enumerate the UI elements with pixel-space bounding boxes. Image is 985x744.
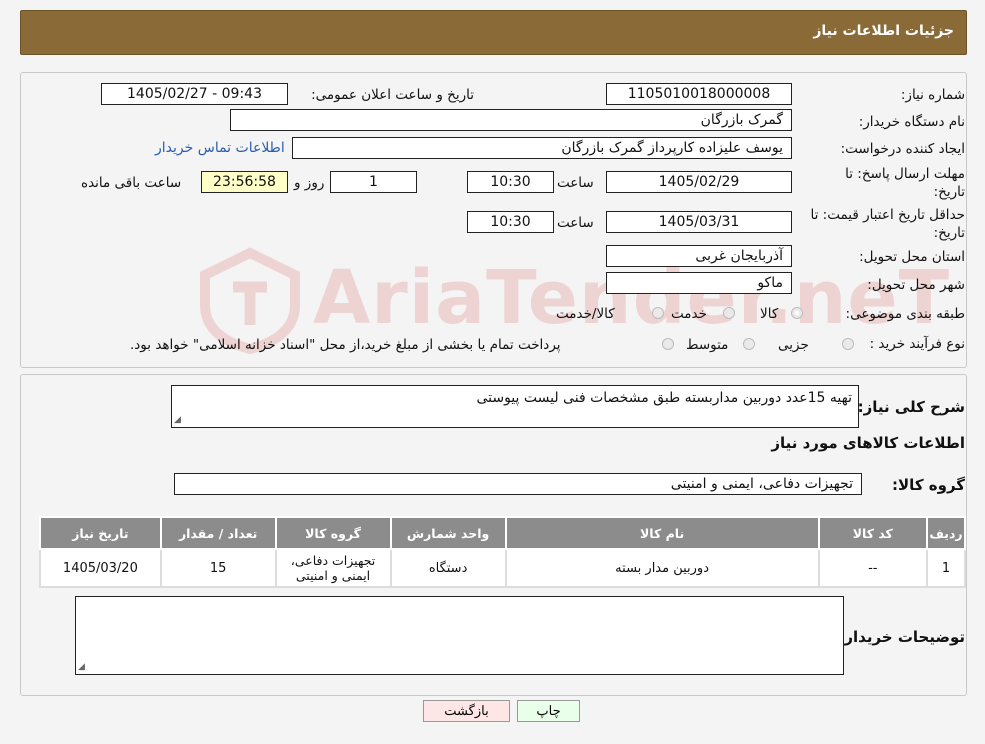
announce-datetime-label: تاریخ و ساعت اعلان عمومی: [311, 87, 474, 103]
price-validity-time-label: ساعت [557, 215, 594, 231]
deadline-label-line2: تاریخ: [933, 184, 965, 200]
category-option-service: خدمت [671, 306, 707, 322]
days-label: روز و [294, 175, 325, 191]
process-radio-minor[interactable] [842, 338, 854, 350]
treasury-payment-note: پرداخت تمام یا بخشی از مبلغ خرید،از محل … [130, 337, 561, 353]
deadline-time-label: ساعت [557, 175, 594, 191]
category-radio-goods[interactable] [791, 307, 803, 319]
cell-goods-code: -- [817, 548, 929, 588]
cell-goods-group: تجهیزات دفاعی، ایمنی و امنیتی [274, 548, 392, 588]
subject-category-label: طبقه بندی موضوعی: [845, 306, 965, 322]
col-quantity: تعداد / مقدار [159, 516, 277, 550]
buyer-notes-textarea[interactable]: ◢ [75, 596, 844, 675]
remaining-days-field: 1 [330, 171, 417, 193]
price-validity-time-field: 10:30 [467, 211, 554, 233]
cell-quantity: 15 [159, 548, 277, 588]
category-radio-service[interactable] [723, 307, 735, 319]
buyer-name-field: گمرک بازرگان [230, 109, 792, 131]
table-row: 1 -- دوربین مدار بسته دستگاه تجهیزات دفا… [39, 548, 966, 588]
need-number-field: 1105010018000008 [606, 83, 792, 105]
category-radio-goods-service[interactable] [652, 307, 664, 319]
col-goods-name: نام کالا [504, 516, 820, 550]
col-need-date: تاریخ نیاز [39, 516, 162, 550]
col-goods-code: کد کالا [817, 516, 929, 550]
print-button[interactable]: چاپ [517, 700, 580, 722]
request-creator-field: یوسف علیزاده کارپرداز گمرک بازرگان [292, 137, 792, 159]
delivery-province-field: آذربایجان غربی [606, 245, 792, 267]
delivery-city-field: ماکو [606, 272, 792, 294]
deadline-time-field: 10:30 [467, 171, 554, 193]
deadline-label-line1: مهلت ارسال پاسخ: تا [845, 166, 965, 182]
cell-goods-name: دوربین مدار بسته [504, 548, 820, 588]
goods-group-label: گروه کالا: [892, 476, 965, 494]
treasury-payment-checkbox[interactable] [662, 338, 674, 350]
goods-section-title: اطلاعات کالاهای مورد نیاز [771, 434, 965, 452]
need-description-text: تهیه 15عدد دوربین مداربسته طبق مشخصات فن… [476, 390, 852, 406]
col-goods-group: گروه کالا [274, 516, 392, 550]
cell-need-date: 1405/03/20 [39, 548, 162, 588]
col-unit: واحد شمارش [389, 516, 507, 550]
items-table: ردیف کد کالا نام کالا واحد شمارش گروه کا… [39, 516, 966, 588]
delivery-province-label: استان محل تحویل: [859, 249, 965, 265]
page-title: جزئیات اطلاعات نیاز [813, 23, 954, 39]
remaining-time-field: 23:56:58 [201, 171, 288, 193]
back-button[interactable]: بازگشت [423, 700, 510, 722]
buyer-notes-label: توضیحات خریدار: [838, 628, 965, 646]
delivery-city-label: شهر محل تحویل: [867, 277, 965, 293]
page-header: جزئیات اطلاعات نیاز [20, 10, 967, 55]
resize-grip-icon: ◢ [174, 415, 181, 425]
remaining-time-label: ساعت باقی مانده [81, 175, 182, 191]
announce-datetime-field: 1405/02/27 - 09:43 [101, 83, 288, 105]
items-table-wrapper: ردیف کد کالا نام کالا واحد شمارش گروه کا… [39, 516, 966, 588]
price-validity-label-line2: تاریخ: [933, 225, 965, 241]
items-table-header-row: ردیف کد کالا نام کالا واحد شمارش گروه کا… [39, 516, 966, 550]
buyer-name-label: نام دستگاه خریدار: [858, 114, 965, 130]
goods-group-field: تجهیزات دفاعی، ایمنی و امنیتی [174, 473, 862, 495]
request-creator-label: ایجاد کننده درخواست: [840, 141, 965, 157]
category-option-goods: کالا [760, 306, 779, 322]
resize-grip-icon: ◢ [78, 662, 85, 672]
category-option-goods-service: کالا/خدمت [556, 306, 615, 322]
deadline-date-field: 1405/02/29 [606, 171, 792, 193]
buyer-contact-link[interactable]: اطلاعات تماس خریدار [155, 140, 285, 156]
price-validity-date-field: 1405/03/31 [606, 211, 792, 233]
cell-row-number: 1 [926, 548, 966, 588]
price-validity-label-line1: حداقل تاریخ اعتبار قیمت: تا [810, 207, 965, 223]
purchase-process-label: نوع فرآیند خرید : [869, 336, 965, 352]
watermark-text: AriaTender.neT [313, 255, 951, 341]
process-radio-medium[interactable] [743, 338, 755, 350]
need-description-label: شرح کلی نیاز: [857, 398, 965, 416]
process-option-minor: جزیی [778, 337, 809, 353]
process-option-medium: متوسط [686, 337, 729, 353]
need-number-label: شماره نیاز: [900, 87, 965, 103]
col-row-number: ردیف [926, 516, 966, 550]
need-description-textarea[interactable]: تهیه 15عدد دوربین مداربسته طبق مشخصات فن… [171, 385, 859, 428]
cell-unit: دستگاه [389, 548, 507, 588]
